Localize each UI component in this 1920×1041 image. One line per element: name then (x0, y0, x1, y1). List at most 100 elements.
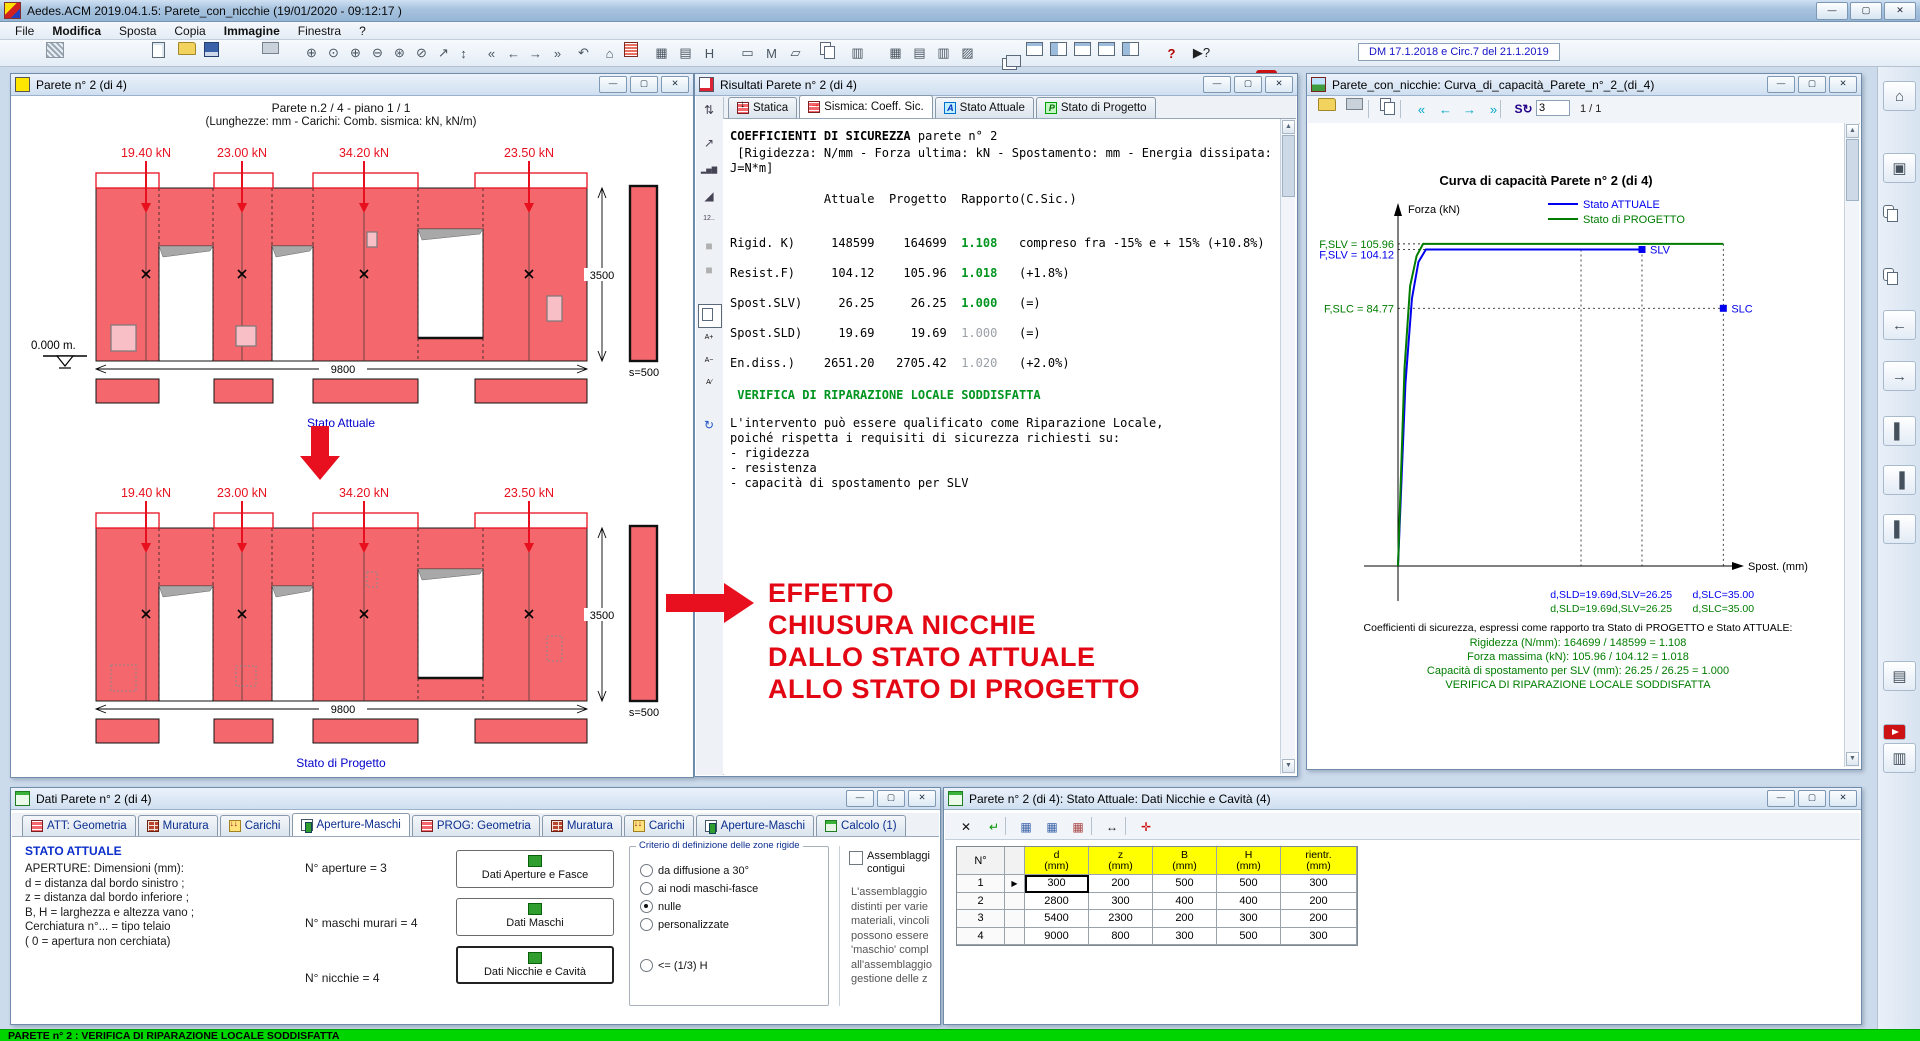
apply-icon[interactable]: ↵ (983, 816, 1005, 838)
scroll-thumb[interactable] (1846, 139, 1859, 201)
nav-prev-icon[interactable]: ← (1434, 98, 1457, 120)
column-tool-icon-1[interactable]: ▌ (1883, 416, 1916, 446)
window-cascade-icon[interactable] (1002, 55, 1021, 70)
home-icon[interactable]: ⌂ (1883, 81, 1916, 111)
table-openings-icon[interactable]: ▥ (932, 42, 955, 64)
minimize-button[interactable]: — (1816, 2, 1848, 20)
cell-4-1[interactable]: 800 (1089, 927, 1153, 945)
cell-2-0[interactable]: 2800 (1025, 892, 1089, 910)
copy-page-icon[interactable] (1883, 205, 1898, 222)
tab-stato-di-progetto[interactable]: Stato di Progetto (1035, 97, 1156, 118)
restore-button[interactable]: ▢ (630, 76, 658, 93)
table-geometry-icon[interactable]: ▦ (884, 42, 907, 64)
nav-first-icon[interactable]: « (1410, 98, 1433, 120)
button-dati-maschi[interactable]: Dati Maschi (456, 898, 614, 936)
row-delete-icon[interactable]: ▦ (1067, 816, 1089, 838)
menu-finestra[interactable]: Finestra (289, 23, 350, 39)
section-h-icon[interactable]: H (698, 42, 721, 64)
cell-4-4[interactable]: 300 (1281, 927, 1357, 945)
paste-page-icon[interactable] (1883, 268, 1898, 285)
window-risultati-titlebar[interactable]: Risultati Parete n° 2 (di 4) — ▢ ✕ (695, 74, 1297, 96)
window-parete-titlebar[interactable]: Parete n° 2 (di 4) — ▢ ✕ (11, 74, 693, 96)
back-icon[interactable]: ← (1883, 310, 1916, 340)
gray-box-icon[interactable]: ■ (698, 259, 720, 281)
tab-aperture-maschi[interactable]: Aperture-Maschi (291, 813, 410, 836)
shape-icon[interactable]: ▱ (784, 42, 807, 64)
cell-4-2[interactable]: 300 (1153, 927, 1217, 945)
copy-image-icon[interactable] (820, 42, 835, 59)
nav-first-icon[interactable]: « (480, 42, 503, 64)
panel-dati-titlebar[interactable]: Dati Parete n° 2 (di 4) — ▢ ✕ (11, 788, 940, 810)
radio-personalizzate[interactable]: personalizzate (640, 918, 729, 931)
cell-2-3[interactable]: 400 (1217, 892, 1281, 910)
open-file-icon[interactable] (1318, 98, 1336, 111)
cell-3-3[interactable]: 300 (1217, 910, 1281, 928)
zoom-minus-icon[interactable]: ⊖ (366, 42, 389, 64)
scale-spinner[interactable] (1536, 100, 1570, 116)
cell-3-4[interactable]: 200 (1281, 910, 1357, 928)
youtube-icon[interactable] (1883, 724, 1906, 740)
menu-sposta[interactable]: Sposta (110, 23, 165, 39)
close-button[interactable]: ✕ (1265, 76, 1293, 93)
cell-1-2[interactable]: 500 (1153, 875, 1217, 893)
cell-4-3[interactable]: 500 (1217, 927, 1281, 945)
add-row-icon[interactable]: ✛ (1135, 816, 1157, 838)
minimize-button[interactable]: — (846, 790, 874, 807)
menu-modifica[interactable]: Modifica (43, 23, 110, 39)
frame-icon[interactable]: ▭ (736, 42, 759, 64)
nav-last-icon[interactable]: » (546, 42, 569, 64)
minimize-button[interactable]: — (1203, 76, 1231, 93)
window-arrange-icon[interactable] (1074, 42, 1091, 56)
scroll-thumb[interactable] (1282, 135, 1295, 197)
measure-icon[interactable]: ↕ (452, 42, 475, 64)
tab-calcolo-1[interactable]: Calcolo (1) (816, 815, 906, 836)
copy-text-icon[interactable] (698, 304, 722, 328)
restore-button[interactable]: ▢ (1798, 790, 1826, 807)
scroll-down-icon[interactable]: ▼ (1282, 759, 1295, 773)
new-file-icon[interactable] (152, 42, 165, 58)
cell-2-1[interactable]: 300 (1089, 892, 1153, 910)
nav-prev-icon[interactable]: ← (502, 42, 525, 64)
chart-icon[interactable]: ▥ (1883, 743, 1916, 773)
undo-icon[interactable]: ↶ (572, 42, 595, 64)
column-tool-icon-2[interactable]: ▐ (1883, 465, 1916, 495)
grid-icon[interactable]: ▤ (674, 42, 697, 64)
maximize-button[interactable]: ▢ (1850, 2, 1882, 20)
zoom-plus-icon[interactable]: ⊕ (344, 42, 367, 64)
radio-da-diffusione-a-30[interactable]: da diffusione a 30° (640, 864, 749, 877)
tab-carichi[interactable]: Carichi (219, 815, 290, 836)
menu-file[interactable]: File (6, 23, 43, 39)
close-button[interactable]: ✕ (1884, 2, 1916, 20)
zoom-in-icon[interactable]: ⊕ (300, 42, 323, 64)
cell-1-1[interactable]: 200 (1089, 875, 1153, 893)
tab-aperture-maschi[interactable]: Aperture-Maschi (695, 815, 815, 836)
forward-icon[interactable]: → (1883, 361, 1916, 391)
close-button[interactable]: ✕ (1829, 790, 1857, 807)
font-italic-icon[interactable]: A∕ (698, 371, 720, 393)
minimize-button[interactable]: — (599, 76, 627, 93)
zoom-dynamic-icon[interactable]: ⊙ (322, 42, 345, 64)
context-help-icon[interactable]: ▶? (1190, 42, 1213, 64)
help-icon[interactable]: ? (1160, 42, 1183, 64)
cell-1-0[interactable]: 300 (1025, 875, 1089, 893)
font-decrease-icon[interactable]: A− (698, 349, 720, 371)
print-icon[interactable] (262, 42, 279, 54)
decimals-icon[interactable]: 12.. (698, 207, 720, 229)
refresh-icon[interactable]: ↻ (698, 414, 720, 436)
results-scrollbar[interactable]: ▲ ▼ (1280, 119, 1295, 774)
table-results-icon[interactable]: ▨ (956, 42, 979, 64)
restore-button[interactable]: ▢ (1798, 76, 1826, 93)
tab-muratura[interactable]: Muratura (541, 815, 622, 836)
report-icon[interactable]: ▥ (846, 42, 869, 64)
pattern-icon[interactable] (46, 42, 64, 58)
building-icon[interactable] (624, 42, 638, 57)
scroll-up-icon[interactable]: ▲ (1282, 120, 1295, 134)
cell-3-2[interactable]: 200 (1153, 910, 1217, 928)
tab-prog-geometria[interactable]: PROG: Geometria (411, 815, 540, 836)
save-image-icon[interactable] (1346, 98, 1363, 110)
assemblaggi-checkbox[interactable] (849, 851, 863, 865)
button-dati-nicchie-e-cavit[interactable]: Dati Nicchie e Cavità (456, 946, 614, 984)
minimize-button[interactable]: — (1767, 76, 1795, 93)
masonry-icon[interactable]: M (760, 42, 783, 64)
bar-chart-icon[interactable]: ▂▅▇ (698, 159, 720, 181)
